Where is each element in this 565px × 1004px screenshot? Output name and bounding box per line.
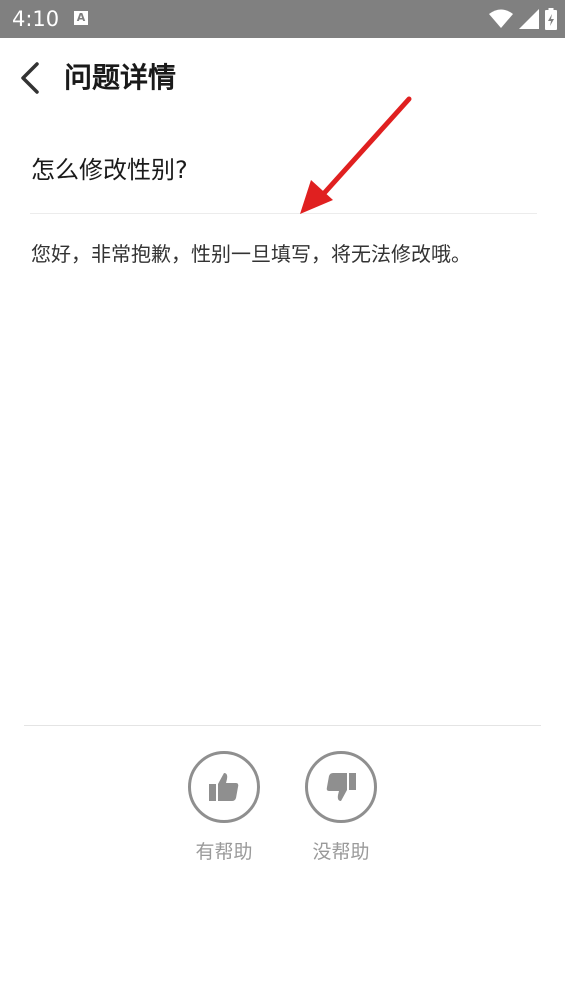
page-title: 问题详情 <box>64 61 177 94</box>
helpful-label: 有帮助 <box>195 841 253 863</box>
back-button[interactable] <box>10 56 50 100</box>
helpful-button[interactable] <box>188 751 260 823</box>
chevron-left-icon <box>21 62 39 94</box>
thumbs-up-icon <box>209 773 239 801</box>
thumbs-down-icon <box>326 773 356 801</box>
divider <box>30 213 537 214</box>
a-letter-icon: A <box>74 11 88 25</box>
status-bar: 4:10 A <box>0 0 565 38</box>
app-bar: 问题详情 <box>0 38 565 118</box>
question-title: 怎么修改性别? <box>31 156 188 184</box>
not-helpful-label: 没帮助 <box>312 841 370 863</box>
answer-text: 您好，非常抱歉，性别一旦填写，将无法修改哦。 <box>31 242 471 266</box>
not-helpful-button[interactable] <box>305 751 377 823</box>
status-icons <box>489 6 557 32</box>
wifi-icon <box>489 9 513 28</box>
signal-icon <box>519 9 539 29</box>
status-time: 4:10 <box>12 7 60 31</box>
battery-icon <box>545 8 557 30</box>
divider <box>24 725 541 726</box>
